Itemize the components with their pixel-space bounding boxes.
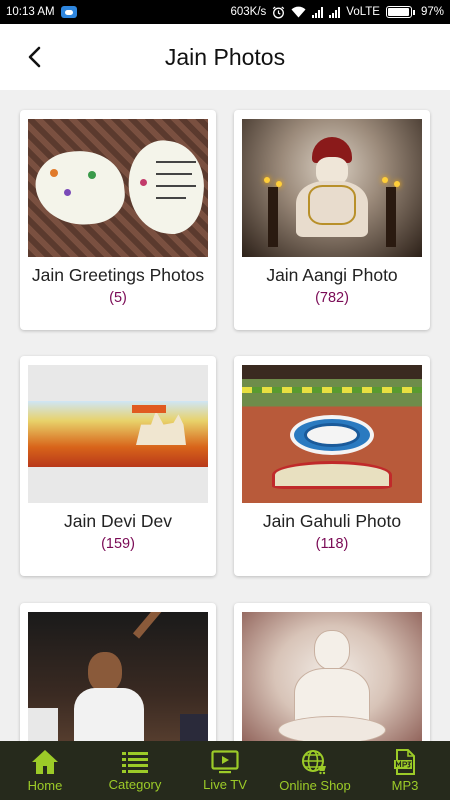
list-icon	[122, 751, 148, 773]
category-thumbnail	[28, 365, 208, 503]
wifi-icon	[291, 6, 306, 18]
nav-mp3-label: MP3	[391, 777, 419, 793]
category-grid: Jain Greetings Photos (5) Jain Aangi Pho…	[0, 90, 450, 741]
category-count: (159)	[101, 536, 135, 552]
status-time: 10:13 AM	[6, 6, 55, 18]
signal-icon	[312, 6, 324, 18]
signal-icon-2	[329, 6, 341, 18]
home-icon	[32, 749, 58, 774]
mp3-file-icon	[394, 748, 415, 775]
globe-icon	[302, 749, 326, 774]
nav-mp3[interactable]: MP3	[360, 741, 450, 800]
nav-home[interactable]: Home	[0, 741, 90, 800]
category-card-greetings[interactable]: Jain Greetings Photos (5)	[20, 110, 216, 330]
category-title: Jain Greetings Photos	[31, 265, 205, 285]
status-bar: 10:13 AM 603K/s VoLTE 97%	[0, 0, 450, 24]
network-type: VoLTE	[346, 6, 380, 18]
tv-icon	[211, 749, 239, 773]
battery-percent: 97%	[420, 6, 444, 18]
nav-live-tv-label: Live TV	[203, 776, 247, 792]
nav-online-shop[interactable]: Online Shop	[270, 741, 360, 800]
network-speed: 603K/s	[230, 6, 267, 18]
category-count: (5)	[109, 290, 127, 306]
category-card-aangi[interactable]: Jain Aangi Photo (782)	[234, 110, 430, 330]
category-title: Jain Gahuli Photo	[262, 511, 402, 531]
nav-live-tv[interactable]: Live TV	[180, 741, 270, 800]
cloud-icon	[60, 6, 77, 18]
app-bar: Jain Photos	[0, 24, 450, 90]
category-title: Jain Devi Dev	[64, 511, 172, 531]
category-card-6[interactable]	[234, 603, 430, 741]
category-thumbnail	[242, 365, 422, 503]
category-title: Jain Aangi Photo	[266, 265, 398, 285]
nav-online-shop-label: Online Shop	[279, 777, 351, 793]
battery-icon	[385, 6, 415, 18]
nav-category-label: Category	[108, 776, 162, 792]
back-arrow-icon	[28, 46, 41, 68]
category-card-devi-dev[interactable]: Jain Devi Dev (159)	[20, 356, 216, 576]
alarm-icon	[273, 6, 285, 18]
page-title: Jain Photos	[164, 43, 286, 70]
category-card-gahuli[interactable]: Jain Gahuli Photo (118)	[234, 356, 430, 576]
category-thumbnail	[28, 119, 208, 257]
category-thumbnail	[242, 119, 422, 257]
category-count: (782)	[315, 290, 349, 306]
nav-category[interactable]: Category	[90, 741, 180, 800]
category-thumbnail	[242, 612, 422, 741]
nav-home-label: Home	[27, 777, 63, 793]
bottom-navigation: Home Category Live TV Online Shop MP3	[0, 741, 450, 800]
category-thumbnail	[28, 612, 208, 741]
back-button[interactable]	[14, 37, 54, 77]
category-card-5[interactable]	[20, 603, 216, 741]
category-count: (118)	[315, 536, 349, 552]
